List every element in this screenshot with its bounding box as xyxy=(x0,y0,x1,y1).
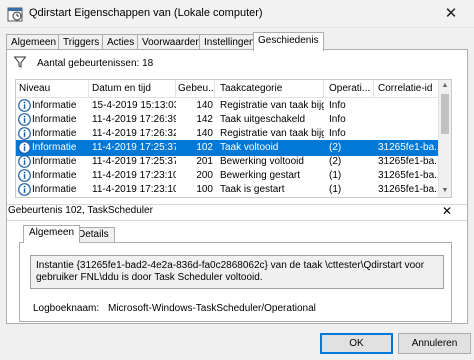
event-description[interactable]: Instantie {31265fe1-bad2-4e2a-836d-fa0c2… xyxy=(30,255,444,289)
cell-datetime: 11-4-2019 17:25:37 xyxy=(92,156,176,167)
cell-datetime: 11-4-2019 17:23:10 xyxy=(92,170,176,181)
info-icon xyxy=(18,113,31,126)
window-title: Qdirstart Eigenschappen van (Lokale comp… xyxy=(29,7,263,19)
cell-datetime: 11-4-2019 17:25:37 xyxy=(92,142,176,153)
table-header: Niveau Datum en tijd Gebeu... Taakcatego… xyxy=(16,80,451,98)
info-icon xyxy=(18,99,31,112)
info-icon xyxy=(18,183,31,196)
window-close-button[interactable]: ✕ xyxy=(428,0,474,28)
cell-level: Informatie xyxy=(32,156,77,167)
column-divider[interactable] xyxy=(214,80,215,98)
cell-correlation: 31265fe1-ba... xyxy=(378,156,438,167)
cell-level: Informatie xyxy=(32,128,77,139)
info-icon xyxy=(18,127,31,140)
column-divider[interactable] xyxy=(175,80,176,98)
cell-event-id: 200 xyxy=(196,170,213,181)
column-divider[interactable] xyxy=(323,80,324,98)
detail-close-button[interactable]: ✕ xyxy=(440,203,454,219)
cell-level: Informatie xyxy=(32,184,77,195)
table-row[interactable]: Informatie 11-4-2019 17:23:10 100 Taak i… xyxy=(16,182,440,197)
info-icon xyxy=(18,169,31,182)
cell-event-id: 201 xyxy=(196,156,213,167)
cell-category: Bewerking gestart xyxy=(220,170,301,181)
cell-opcode: Info xyxy=(329,128,346,139)
cell-level: Informatie xyxy=(32,100,77,111)
filter-icon[interactable] xyxy=(14,56,26,68)
cell-category: Bewerking voltooid xyxy=(220,156,304,167)
cell-opcode: Info xyxy=(329,114,346,125)
event-detail-title: Gebeurtenis 102, TaskScheduler xyxy=(8,205,153,216)
tab-acties[interactable]: Acties xyxy=(102,34,140,50)
cell-correlation: 31265fe1-ba... xyxy=(378,184,438,195)
cell-level: Informatie xyxy=(32,114,77,125)
column-header-correlation[interactable]: Correlatie-id xyxy=(378,83,438,94)
column-header-datetime[interactable]: Datum en tijd xyxy=(92,83,172,94)
column-header-category[interactable]: Taakcategorie xyxy=(220,83,320,94)
cell-datetime: 15-4-2019 15:13:03 xyxy=(92,100,176,111)
ok-button[interactable]: OK xyxy=(320,333,393,354)
title-bar: Qdirstart Eigenschappen van (Lokale comp… xyxy=(0,0,474,28)
cell-category: Taak is gestart xyxy=(220,184,285,195)
cell-category: Taak voltooid xyxy=(220,142,279,153)
event-count-label: Aantal gebeurtenissen: 18 xyxy=(37,58,154,69)
cell-event-id: 100 xyxy=(196,184,213,195)
cell-category: Registratie van taak bijg... xyxy=(220,128,324,139)
tab-algemeen[interactable]: Algemeen xyxy=(6,34,62,50)
tab-triggers[interactable]: Triggers xyxy=(58,34,105,50)
cell-correlation: 31265fe1-ba... xyxy=(378,142,438,153)
cell-level: Informatie xyxy=(32,170,77,181)
cancel-button[interactable]: Annuleren xyxy=(398,333,471,354)
cell-datetime: 11-4-2019 17:26:32 xyxy=(92,128,176,139)
tab-instellingen[interactable]: Instellingen xyxy=(199,34,260,50)
column-header-level[interactable]: Niveau xyxy=(19,83,87,94)
scroll-down-arrow-icon[interactable]: ▼ xyxy=(439,185,451,197)
task-scheduler-icon xyxy=(7,7,23,22)
column-header-opcode[interactable]: Operati... xyxy=(329,83,374,94)
detail-tab-algemeen[interactable]: Algemeen xyxy=(23,225,81,243)
column-divider[interactable] xyxy=(88,80,89,98)
cell-opcode: Info xyxy=(329,100,346,111)
cell-event-id: 140 xyxy=(196,128,213,139)
cell-level: Informatie xyxy=(32,142,77,153)
scroll-thumb[interactable] xyxy=(441,94,449,134)
cell-category: Taak uitgeschakeld xyxy=(220,114,306,125)
cell-correlation: 31265fe1-ba... xyxy=(378,170,438,181)
cell-opcode: (1) xyxy=(329,184,342,195)
column-header-event-id[interactable]: Gebeu... xyxy=(178,83,213,94)
log-name-label: Logboeknaam: xyxy=(33,303,100,314)
cell-event-id: 142 xyxy=(196,114,213,125)
cell-opcode: (2) xyxy=(329,156,342,167)
column-divider[interactable] xyxy=(373,80,374,98)
info-icon xyxy=(18,155,31,168)
info-icon xyxy=(18,141,31,154)
cell-event-id: 140 xyxy=(196,100,213,111)
vertical-scrollbar[interactable]: ▲ ▼ xyxy=(438,80,451,197)
main-tabs: Algemeen Triggers Acties Voorwaarden Ins… xyxy=(6,32,474,51)
log-name-value: Microsoft-Windows-TaskScheduler/Operatio… xyxy=(108,303,316,314)
cell-datetime: 11-4-2019 17:26:39 xyxy=(92,114,176,125)
table-body: Informatie 15-4-2019 15:13:03 140 Regist… xyxy=(16,98,440,197)
cell-datetime: 11-4-2019 17:23:10 xyxy=(92,184,176,195)
event-history-table: Niveau Datum en tijd Gebeu... Taakcatego… xyxy=(15,79,452,198)
tab-geschiedenis[interactable]: Geschiedenis xyxy=(253,32,324,51)
cell-category: Registratie van taak bijg... xyxy=(220,100,324,111)
cell-event-id: 102 xyxy=(196,142,213,153)
tab-voorwaarden[interactable]: Voorwaarden xyxy=(137,34,206,50)
cell-opcode: (1) xyxy=(329,170,342,181)
cell-opcode: (2) xyxy=(329,142,342,153)
scroll-up-arrow-icon[interactable]: ▲ xyxy=(439,80,451,92)
